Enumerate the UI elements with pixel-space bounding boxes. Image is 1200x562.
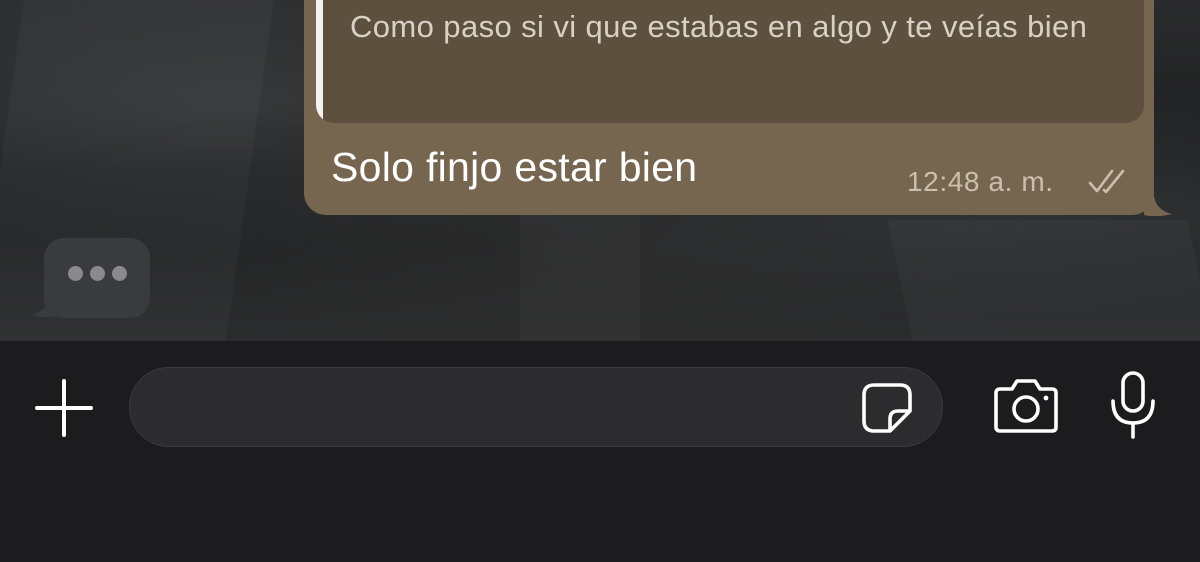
wallpaper-rock [520,210,640,340]
bubble-tail [1144,196,1172,216]
double-check-icon [1088,169,1125,194]
quoted-message-text: Como paso si vi que estabas en algo y te… [350,9,1088,44]
camera-icon[interactable] [992,375,1060,437]
microphone-icon[interactable] [1108,369,1158,441]
chat-screen: Como paso si vi que estabas en algo y te… [0,0,1200,562]
message-text: Solo finjo estar bien [331,144,698,190]
plus-icon[interactable] [34,378,94,438]
typing-dot [68,266,83,281]
wallpaper-rock [887,220,1200,340]
typing-indicator [44,238,150,318]
message-timestamp: 12:48 a. m. [907,166,1054,197]
typing-dot [112,266,127,281]
message-input[interactable] [129,367,943,447]
quoted-message[interactable]: Como paso si vi que estabas en algo y te… [316,0,1144,123]
sticker-icon[interactable] [860,381,914,435]
outgoing-message-bubble[interactable]: Como paso si vi que estabas en algo y te… [304,0,1154,215]
message-input-bar [0,340,1200,562]
typing-dot [90,266,105,281]
chat-wallpaper: Como paso si vi que estabas en algo y te… [0,0,1200,340]
quote-accent-bar [316,0,323,123]
